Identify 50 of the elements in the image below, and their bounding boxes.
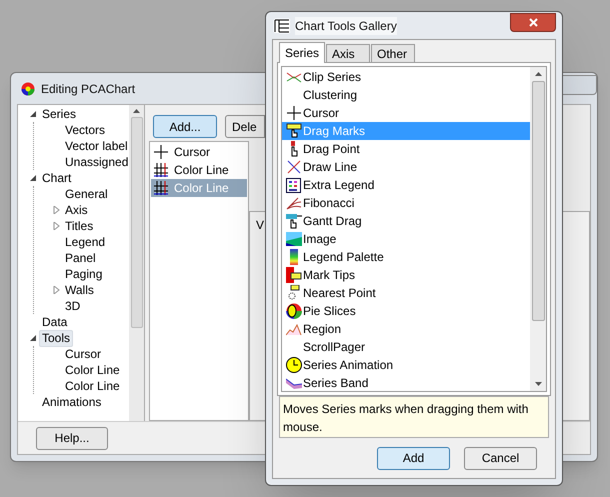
- gallery-item[interactable]: Image: [282, 230, 530, 248]
- tree-item[interactable]: Legend: [62, 234, 108, 250]
- tree-item[interactable]: Axis: [62, 202, 91, 218]
- window-title: Chart Tools Gallery: [295, 16, 397, 34]
- gallery-item[interactable]: Clip Series: [282, 68, 530, 86]
- tree-item[interactable]: 3D: [62, 298, 84, 314]
- add-button[interactable]: Add...: [153, 115, 217, 138]
- gallery-item[interactable]: Extra Legend: [282, 176, 530, 194]
- delete-button[interactable]: Dele: [225, 115, 265, 138]
- tab[interactable]: Series: [279, 42, 326, 63]
- tree-item[interactable]: General: [62, 186, 111, 202]
- gallery-item[interactable]: Clustering: [282, 86, 530, 104]
- help-button[interactable]: Help...: [36, 426, 108, 450]
- tree-item[interactable]: Color Line: [62, 362, 123, 378]
- gallery-item[interactable]: Nearest Point: [282, 284, 530, 302]
- tree-item[interactable]: Unassigned: [62, 154, 129, 170]
- tree-item[interactable]: Vectors: [62, 122, 108, 138]
- gallery-item[interactable]: Region: [282, 320, 530, 338]
- tree-item[interactable]: Vector label: [62, 138, 129, 154]
- window-title: Editing PCAChart: [41, 80, 136, 98]
- cancel-button[interactable]: Cancel: [464, 446, 537, 470]
- gallery-item[interactable]: Drag Point: [282, 140, 530, 158]
- tree-item[interactable]: Color Line: [62, 378, 123, 394]
- gallery-item[interactable]: Series Animation: [282, 356, 530, 374]
- add-button[interactable]: Add: [377, 446, 450, 470]
- tree-item[interactable]: Chart: [39, 170, 74, 186]
- gallery-item[interactable]: Legend Palette: [282, 248, 530, 266]
- gallery-item[interactable]: Series Band: [282, 374, 530, 391]
- tree-item[interactable]: Panel: [62, 250, 99, 266]
- tree-item[interactable]: Cursor: [62, 346, 104, 362]
- tree-item[interactable]: Titles: [62, 218, 96, 234]
- tab[interactable]: Other: [371, 44, 416, 62]
- tree-item[interactable]: Data: [39, 314, 70, 330]
- gallery-item[interactable]: Pie Slices: [282, 302, 530, 320]
- description-text: Moves Series marks when dragging them with mouse.: [283, 402, 528, 434]
- gallery-item[interactable]: Draw Line: [282, 158, 530, 176]
- tool-item[interactable]: Color Line: [151, 161, 247, 179]
- tree-item[interactable]: Paging: [62, 266, 106, 282]
- tree-item[interactable]: Walls: [62, 282, 97, 298]
- gallery-item[interactable]: Fibonacci: [282, 194, 530, 212]
- gallery-item[interactable]: Gantt Drag: [282, 212, 530, 230]
- gallery-item[interactable]: ScrollPager: [282, 338, 530, 356]
- gallery-item[interactable]: Cursor: [282, 104, 530, 122]
- tab-label: V: [256, 218, 264, 232]
- tab[interactable]: Axis: [326, 44, 370, 62]
- tree-item[interactable]: Series: [39, 106, 80, 122]
- tree-item[interactable]: Animations: [39, 394, 104, 410]
- tree-item[interactable]: Tools: [39, 330, 74, 346]
- tool-item[interactable]: Cursor: [151, 143, 247, 161]
- gallery-item[interactable]: Mark Tips: [282, 266, 530, 284]
